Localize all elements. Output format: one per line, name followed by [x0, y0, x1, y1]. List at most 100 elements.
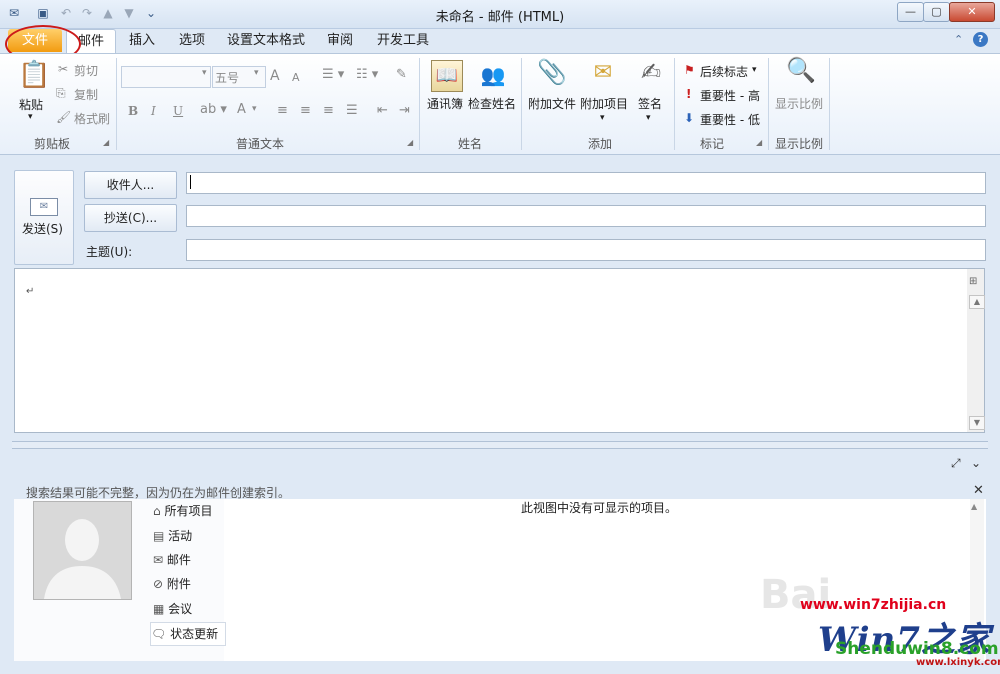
nav-meetings-label: 会议 [168, 602, 193, 616]
body-scrollbar[interactable] [967, 268, 985, 433]
italic-button[interactable]: I [151, 104, 156, 118]
nav-status-updates[interactable]: 🗨 状态更新 [150, 622, 226, 646]
nav-mail[interactable]: ✉ 邮件 [153, 549, 225, 571]
bold-button[interactable]: B [128, 104, 138, 118]
copy-button[interactable]: 复制 [74, 86, 98, 103]
attach-item-button[interactable]: 附加项目 [580, 95, 628, 112]
flag-icon[interactable]: ⚑ [684, 63, 695, 77]
check-names-icon[interactable]: 👥 [478, 60, 508, 90]
help-icon[interactable]: ? [973, 32, 988, 47]
collapse-ribbon-icon[interactable]: ⌃ [954, 33, 963, 46]
tab-insert[interactable]: 插入 [120, 29, 164, 52]
subject-field[interactable] [186, 239, 986, 261]
numbering-icon[interactable]: ☷ ▾ [356, 67, 378, 82]
person-silhouette-icon [34, 502, 131, 599]
low-importance-button[interactable]: 重要性 - 低 [700, 111, 760, 128]
attach-item-chevron-down-icon[interactable]: ▾ [600, 113, 605, 123]
maximize-button[interactable]: ▢ [923, 2, 950, 22]
mail-icon: ✉ [153, 553, 164, 567]
envelope-icon[interactable]: ✉ [589, 62, 617, 86]
clipboard-group-label: 剪贴板 [33, 137, 70, 151]
nav-attachments[interactable]: ⊘ 附件 [153, 573, 225, 595]
people-pane-chevron-icon[interactable]: ⌄ [971, 456, 981, 470]
nav-status-updates-label: 状态更新 [170, 627, 219, 641]
cc-field[interactable] [186, 205, 986, 227]
grow-font-icon[interactable]: A [270, 68, 280, 84]
highlight-icon[interactable]: ab ▾ [200, 102, 227, 117]
font-name-dropdown[interactable] [121, 66, 211, 88]
nav-meetings[interactable]: ▦ 会议 [153, 598, 225, 620]
to-field[interactable] [186, 172, 986, 194]
cut-button[interactable]: 剪切 [74, 62, 98, 79]
attach-file-button[interactable]: 附加文件 [528, 95, 576, 112]
decrease-indent-icon[interactable]: ⇤ [377, 103, 388, 118]
group-divider [521, 58, 522, 150]
group-divider [674, 58, 675, 150]
paste-button[interactable]: 粘贴 [19, 96, 43, 113]
watermark-url: www.win7zhijia.cn [800, 597, 947, 613]
tab-format-text[interactable]: 设置文本格式 [222, 29, 310, 52]
clipboard-dialog-launcher-icon[interactable]: ◢ [103, 138, 109, 147]
underline-button[interactable]: U [173, 104, 183, 118]
cc-button[interactable]: 抄送(C)... [84, 204, 177, 232]
high-importance-icon[interactable]: ! [686, 87, 691, 101]
tab-review[interactable]: 审阅 [318, 29, 362, 52]
scroll-down-icon[interactable]: ▼ [969, 416, 985, 430]
close-button[interactable]: ✕ [949, 2, 995, 22]
calendar-icon: ▦ [153, 602, 165, 616]
send-button[interactable] [14, 170, 74, 265]
low-importance-icon[interactable]: ⬇ [684, 111, 694, 125]
signature-chevron-down-icon[interactable]: ▾ [646, 113, 651, 123]
clear-formatting-icon[interactable]: ✎ [396, 67, 407, 82]
font-name-chevron-down-icon[interactable]: ▾ [202, 68, 207, 78]
align-left-icon[interactable]: ≡ [277, 103, 288, 118]
send-label: 发送(S) [22, 222, 63, 236]
close-notice-icon[interactable]: ✕ [973, 483, 984, 498]
signature-pen-icon[interactable]: ✍ [638, 60, 664, 90]
nav-activities[interactable]: ▤ 活动 [153, 525, 225, 547]
scroll-up-icon[interactable]: ▲ [969, 295, 985, 309]
font-color-chevron-down-icon[interactable]: ▾ [252, 104, 257, 114]
address-book-icon[interactable]: 📖 [431, 60, 463, 92]
expand-pane-icon[interactable]: ⤢ [951, 456, 961, 471]
font-size-chevron-down-icon[interactable]: ▾ [254, 68, 259, 78]
format-painter-button[interactable]: 格式刷 [74, 110, 110, 127]
pane-splitter[interactable] [12, 441, 988, 449]
paste-icon[interactable]: 📋 [18, 62, 50, 92]
ruler-toggle-icon[interactable]: ⊞ [969, 276, 977, 287]
follow-up-chevron-down-icon[interactable]: ▾ [752, 65, 757, 75]
justify-icon[interactable]: ☰ [346, 103, 358, 118]
paperclip-icon[interactable]: 📎 [537, 60, 567, 90]
group-divider [768, 58, 769, 150]
address-book-button[interactable]: 通讯簿 [427, 95, 463, 112]
signature-button[interactable]: 签名 [638, 95, 662, 112]
zoom-button[interactable]: 显示比例 [775, 95, 823, 112]
include-group-label: 添加 [587, 137, 612, 151]
bullets-icon[interactable]: ☰ ▾ [322, 67, 344, 82]
shrink-font-icon[interactable]: A [292, 71, 300, 84]
nav-all-items[interactable]: ⌂ 所有项目 [153, 500, 225, 522]
tab-options[interactable]: 选项 [170, 29, 214, 52]
people-scroll-up-icon[interactable]: ▲ [971, 502, 977, 511]
format-painter-icon[interactable]: 🖌 [56, 110, 71, 124]
increase-indent-icon[interactable]: ⇥ [399, 103, 410, 118]
align-right-icon[interactable]: ≡ [323, 103, 334, 118]
cut-icon[interactable]: ✂ [58, 62, 68, 76]
tags-dialog-launcher-icon[interactable]: ◢ [756, 138, 762, 147]
follow-up-button[interactable]: 后续标志 [700, 63, 748, 80]
font-color-button[interactable]: A [237, 102, 246, 117]
check-names-button[interactable]: 检查姓名 [468, 95, 516, 112]
tab-developer[interactable]: 开发工具 [370, 29, 436, 52]
font-size-value: 五号 [215, 71, 240, 85]
to-button[interactable]: 收件人... [84, 171, 177, 199]
high-importance-button[interactable]: 重要性 - 高 [700, 87, 760, 104]
watermark-site-2: www.lxinyk.com [916, 657, 1000, 668]
minimize-button[interactable]: — [897, 2, 924, 22]
magnifier-icon[interactable]: 🔍 [786, 58, 816, 90]
message-body[interactable] [14, 268, 969, 433]
copy-icon[interactable]: ⎘ [56, 86, 66, 101]
basic-text-dialog-launcher-icon[interactable]: ◢ [407, 138, 413, 147]
align-center-icon[interactable]: ≡ [300, 103, 311, 118]
tags-group-label: 标记 [699, 137, 724, 151]
paste-dropdown-icon[interactable]: ▾ [28, 112, 33, 122]
